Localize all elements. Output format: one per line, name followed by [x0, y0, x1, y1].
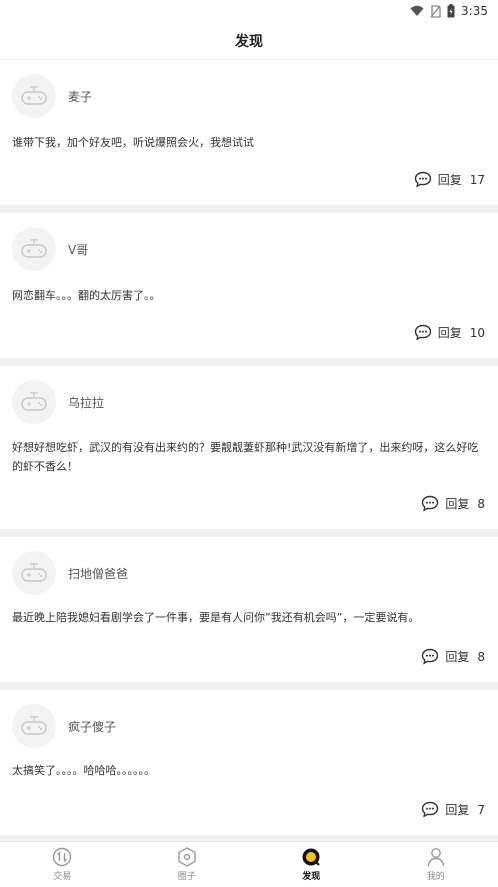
- bottom-tab-bar: 交易 圈子 发现 我的: [0, 841, 498, 887]
- username[interactable]: 疯子傻子: [68, 718, 116, 735]
- post-card[interactable]: 麦子 谁带下我，加个好友吧，听说爆照会火，我想试试 回复 17: [0, 60, 498, 205]
- avatar[interactable]: [12, 551, 56, 595]
- gamepad-icon: [21, 563, 47, 582]
- tab-label: 我的: [426, 872, 445, 882]
- reply-count: 8: [477, 649, 485, 664]
- post-feed[interactable]: 麦子 谁带下我，加个好友吧，听说爆照会火，我想试试 回复 17 V哥 网恋翻车。…: [0, 60, 498, 843]
- tab-circle[interactable]: 圈子: [125, 842, 250, 887]
- post-card[interactable]: 疯子傻子 太搞笑了。。。。哈哈哈。。。。。。 回复 7: [0, 690, 498, 835]
- divider: [0, 529, 498, 537]
- tab-profile[interactable]: 我的: [374, 842, 498, 887]
- tab-discover[interactable]: 发现: [249, 842, 374, 887]
- gamepad-icon: [21, 239, 47, 258]
- post-author[interactable]: 扫地僧爸爸: [12, 549, 128, 597]
- status-time: 3:35: [461, 4, 488, 18]
- comment-icon: [422, 495, 439, 512]
- status-bar: 3:35: [0, 0, 498, 22]
- reply-label: 回复: [437, 326, 462, 340]
- reply-label: 回复: [437, 173, 462, 187]
- post-author[interactable]: 乌拉拉: [12, 378, 104, 426]
- reply-label: 回复: [445, 497, 470, 511]
- gamepad-icon: [21, 716, 47, 735]
- divider: [0, 682, 498, 690]
- reply-count: 8: [477, 496, 485, 511]
- post-content[interactable]: 太搞笑了。。。。哈哈哈。。。。。。: [12, 761, 486, 780]
- no-sim-icon: [430, 4, 441, 18]
- post-content[interactable]: 谁带下我，加个好友吧，听说爆照会火，我想试试: [12, 133, 486, 152]
- username[interactable]: 乌拉拉: [68, 394, 104, 411]
- username[interactable]: 麦子: [68, 88, 92, 105]
- post-content[interactable]: 网恋翻车。。。翻的太厉害了。。: [12, 286, 486, 305]
- comment-icon: [422, 801, 439, 818]
- tab-trade[interactable]: 交易: [0, 842, 125, 887]
- post-author[interactable]: 麦子: [12, 72, 92, 120]
- reply-button[interactable]: 回复 10: [414, 324, 485, 341]
- username[interactable]: 扫地僧爸爸: [68, 565, 128, 582]
- comment-icon: [414, 324, 431, 341]
- gamepad-icon: [21, 392, 47, 411]
- post-card[interactable]: 乌拉拉 好想好想吃虾，武汉的有没有出来约的？要靓靓萋虾那种!武汉没有新增了，出来…: [0, 366, 498, 529]
- post-card[interactable]: 扫地僧爸爸 最近晚上陪我媳妇看剧学会了一件事，要是有人问你”我还有机会吗”，一定…: [0, 537, 498, 682]
- reply-button[interactable]: 回复 17: [414, 171, 485, 188]
- title-bar: 发现: [0, 22, 498, 60]
- post-content[interactable]: 最近晚上陪我媳妇看剧学会了一件事，要是有人问你”我还有机会吗”，一定要说有。: [12, 608, 486, 627]
- avatar[interactable]: [12, 227, 56, 271]
- tab-label: 交易: [53, 872, 72, 882]
- username[interactable]: V哥: [68, 241, 88, 258]
- reply-button[interactable]: 回复 8: [421, 648, 485, 665]
- comment-icon: [422, 648, 439, 665]
- trade-icon: [53, 847, 72, 867]
- tab-label: 发现: [302, 872, 321, 882]
- tab-label: 圈子: [177, 872, 196, 882]
- post-card[interactable]: V哥 网恋翻车。。。翻的太厉害了。。 回复 10: [0, 213, 498, 358]
- reply-label: 回复: [445, 803, 470, 817]
- reply-button[interactable]: 回复 7: [421, 801, 485, 818]
- avatar[interactable]: [12, 704, 56, 748]
- divider: [0, 205, 498, 213]
- reply-count: 7: [477, 802, 485, 817]
- reply-label: 回复: [445, 650, 470, 664]
- gamepad-icon: [21, 86, 47, 105]
- divider: [0, 358, 498, 366]
- discover-icon: [302, 848, 320, 866]
- reply-count: 17: [469, 172, 485, 187]
- wifi-icon: [410, 5, 424, 16]
- profile-icon: [427, 848, 444, 867]
- avatar[interactable]: [12, 380, 56, 424]
- avatar[interactable]: [12, 74, 56, 118]
- battery-icon: [447, 4, 455, 18]
- page-title: 发现: [235, 33, 263, 50]
- post-content[interactable]: 好想好想吃虾，武汉的有没有出来约的？要靓靓萋虾那种!武汉没有新增了，出来约呀，这…: [12, 438, 486, 476]
- post-author[interactable]: V哥: [12, 225, 88, 273]
- post-author[interactable]: 疯子傻子: [12, 702, 116, 750]
- circle-icon: [178, 847, 196, 867]
- reply-button[interactable]: 回复 8: [421, 495, 485, 512]
- reply-count: 10: [469, 325, 485, 340]
- comment-icon: [414, 171, 431, 188]
